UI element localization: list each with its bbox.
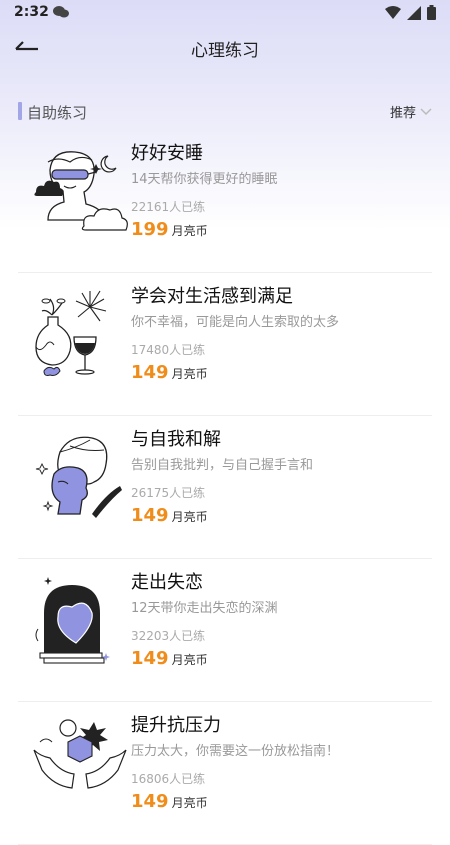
- list-item[interactable]: 好好安睡 14天帮你获得更好的睡眠 22161人已练 199 月亮币: [18, 130, 432, 273]
- chevron-down-icon: [420, 107, 432, 115]
- item-price: 149: [131, 505, 169, 526]
- sort-label: 推荐: [389, 106, 416, 121]
- item-title: 好好安睡: [131, 143, 203, 164]
- status-bar: 2:32: [0, 0, 450, 26]
- status-icons: [385, 5, 436, 20]
- item-description: 告别自我批判，与自己握手言和: [131, 458, 314, 473]
- signal-icon: [407, 5, 421, 20]
- list-item[interactable]: 提升抗压力 压力太大，你需要这一份放松指南！ 16806人已练 149 月亮币: [18, 702, 432, 845]
- section-header: 自助练习 推荐: [18, 100, 432, 124]
- exercise-list: 好好安睡 14天帮你获得更好的睡眠 22161人已练 199 月亮币 学会对生活…: [18, 130, 432, 845]
- item-price-row: 199 月亮币: [131, 219, 432, 242]
- wechat-notification-icon: [53, 5, 69, 23]
- item-title: 提升抗压力: [131, 715, 221, 736]
- item-price-unit: 月亮币: [171, 510, 208, 524]
- item-price-unit: 月亮币: [171, 653, 208, 667]
- item-description: 12天带你走出失恋的深渊: [131, 601, 278, 616]
- item-title: 学会对生活感到满足: [131, 286, 293, 307]
- sort-dropdown[interactable]: 推荐: [390, 102, 432, 121]
- item-description: 你不幸福，可能是向人生索取的太多: [131, 315, 340, 330]
- item-price-row: 149 月亮币: [131, 791, 432, 814]
- item-price-row: 149 月亮币: [131, 648, 432, 671]
- two-faces-icon: [30, 430, 130, 530]
- wifi-icon: [385, 5, 401, 19]
- battery-icon: [427, 5, 436, 20]
- page-title: 心理练习: [191, 41, 259, 61]
- hands-hexagon-icon: [30, 716, 130, 816]
- vase-wine-icon: [30, 287, 130, 387]
- item-title: 走出失恋: [131, 572, 203, 593]
- list-item[interactable]: 学会对生活感到满足 你不幸福，可能是向人生索取的太多 17480人已练 149 月…: [18, 273, 432, 416]
- item-description: 压力太大，你需要这一份放松指南！: [131, 744, 340, 759]
- item-practice-count: 26175人已练: [131, 486, 206, 500]
- section-accent-bar: [18, 102, 22, 120]
- item-practice-count: 17480人已练: [131, 343, 206, 357]
- sleeping-statue-icon: [30, 144, 130, 244]
- heart-arch-icon: [30, 573, 130, 673]
- item-price: 199: [131, 219, 169, 240]
- item-price-unit: 月亮币: [171, 367, 208, 381]
- item-practice-count: 22161人已练: [131, 200, 206, 214]
- item-price: 149: [131, 362, 169, 383]
- item-title: 与自我和解: [131, 429, 221, 450]
- item-description: 14天帮你获得更好的睡眠: [131, 172, 278, 187]
- item-price: 149: [131, 791, 169, 812]
- status-time: 2:32: [14, 4, 49, 20]
- item-price-row: 149 月亮币: [131, 362, 432, 385]
- item-practice-count: 32203人已练: [131, 629, 206, 643]
- item-price: 149: [131, 648, 169, 669]
- navigation-bar: 心理练习: [0, 26, 450, 66]
- item-price-unit: 月亮币: [171, 796, 208, 810]
- list-item[interactable]: 走出失恋 12天带你走出失恋的深渊 32203人已练 149 月亮币: [18, 559, 432, 702]
- section-title: 自助练习: [27, 104, 88, 122]
- list-item[interactable]: 与自我和解 告别自我批判，与自己握手言和 26175人已练 149 月亮币: [18, 416, 432, 559]
- item-practice-count: 16806人已练: [131, 772, 206, 786]
- item-price-row: 149 月亮币: [131, 505, 432, 528]
- item-price-unit: 月亮币: [171, 224, 208, 238]
